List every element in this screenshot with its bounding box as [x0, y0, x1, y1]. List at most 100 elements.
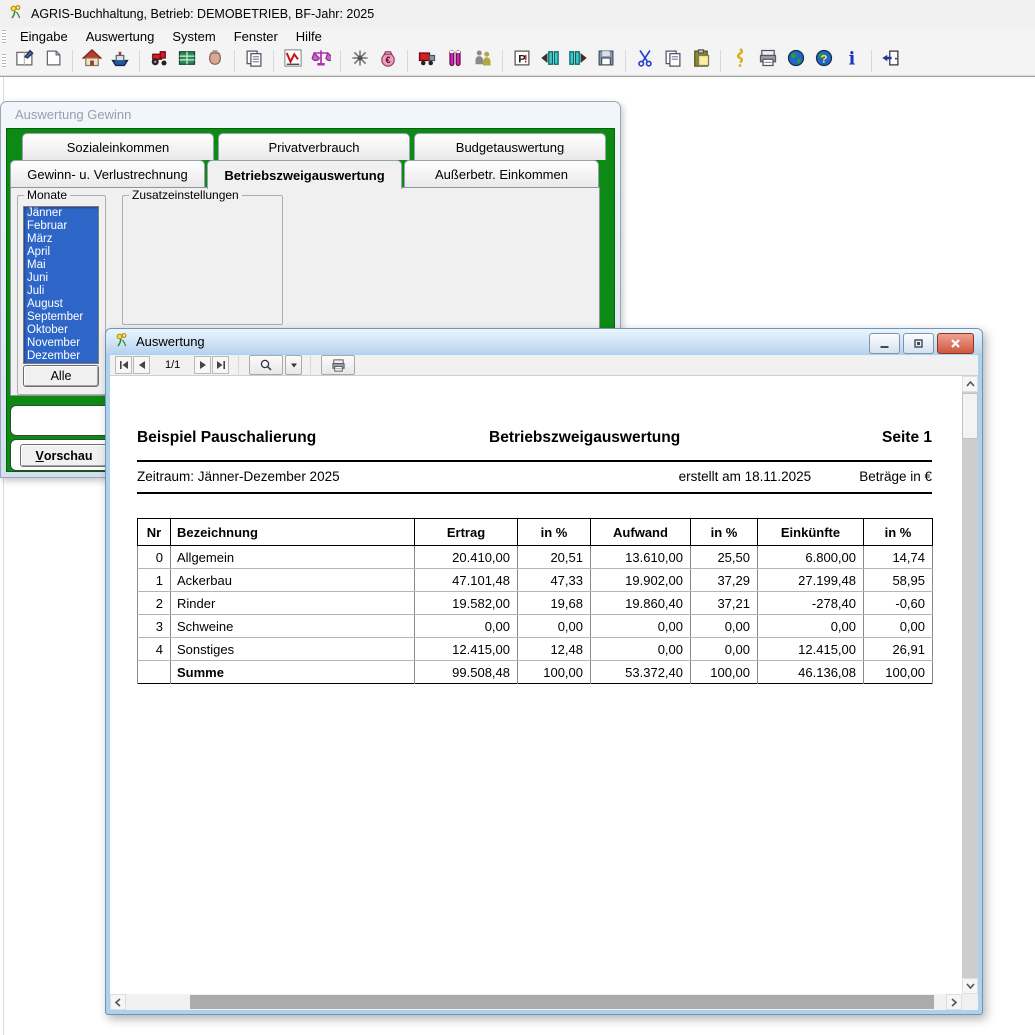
toolbar-button-tractor[interactable] [146, 48, 172, 74]
table-row: 4Sonstiges12.415,0012,480,000,0012.415,0… [138, 638, 933, 661]
menu-item-fenster[interactable]: Fenster [225, 28, 287, 45]
cell: Schweine [171, 615, 415, 638]
toolbar-separator [625, 50, 626, 72]
horizontal-scrollbar[interactable] [110, 994, 962, 1010]
month-item-april[interactable]: April [24, 246, 98, 259]
cell: Ackerbau [171, 569, 415, 592]
toolbar-button-exit[interactable] [878, 48, 904, 74]
gewinn-window-titlebar[interactable]: Auswertung Gewinn [1, 102, 620, 127]
toolbar-button-globe-help[interactable]: ? [811, 48, 837, 74]
month-item-august[interactable]: August [24, 298, 98, 311]
svg-text:!: ! [524, 53, 528, 65]
toolbar-button-info[interactable]: i [839, 48, 865, 74]
exit-icon [881, 48, 901, 73]
month-item-september[interactable]: September [24, 311, 98, 324]
month-item-oktober[interactable]: Oktober [24, 324, 98, 337]
first-page-button[interactable] [115, 356, 132, 374]
tab-betriebszweigauswertung[interactable]: Betriebszweigauswertung [207, 160, 402, 189]
scroll-down-button[interactable] [962, 978, 978, 994]
toolbar-button-accounts-table[interactable] [174, 48, 200, 74]
tab-privatverbrauch[interactable]: Privatverbrauch [218, 133, 410, 160]
column-header-in-7: in % [864, 519, 933, 546]
toolbar-button-test-tubes[interactable] [442, 48, 468, 74]
month-item-februar[interactable]: Februar [24, 220, 98, 233]
print-button[interactable] [321, 355, 355, 375]
toolbar-button-help-ribbon[interactable] [727, 48, 753, 74]
scroll-right-button[interactable] [946, 994, 962, 1010]
feed-cart-icon [417, 48, 437, 73]
menu-item-auswertung[interactable]: Auswertung [77, 28, 164, 45]
cell: 47,33 [518, 569, 591, 592]
cell: 20.410,00 [415, 546, 518, 569]
tab-budgetauswertung[interactable]: Budgetauswertung [414, 133, 606, 160]
scroll-left-button[interactable] [110, 994, 126, 1010]
prev-page-button[interactable] [133, 356, 150, 374]
toolbar-grip[interactable] [2, 54, 6, 68]
columns-prev-icon [540, 48, 560, 73]
gewinn-window-title: Auswertung Gewinn [15, 107, 131, 122]
toolbar-button-copy-pages[interactable] [241, 48, 267, 74]
vorschau-button[interactable]: Vorschau [20, 444, 108, 467]
toolbar-button-ship[interactable] [107, 48, 133, 74]
menubar-grip[interactable] [2, 30, 6, 44]
toolbar-button-journal[interactable] [12, 48, 38, 74]
cell: 25,50 [691, 546, 758, 569]
menu-item-hilfe[interactable]: Hilfe [287, 28, 331, 45]
tab-sozialeinkommen[interactable]: Sozialeinkommen [22, 133, 214, 160]
toolbar-button-persons[interactable] [470, 48, 496, 74]
zoom-button[interactable] [249, 355, 283, 375]
menu-item-eingabe[interactable]: Eingabe [11, 28, 77, 45]
toolbar-button-document[interactable] [40, 48, 66, 74]
document-icon [43, 48, 63, 73]
next-page-button[interactable] [194, 356, 211, 374]
toolbar-button-columns-prev[interactable] [537, 48, 563, 74]
zoom-dropdown-button[interactable] [285, 355, 302, 375]
cell: 0,00 [591, 638, 691, 661]
month-item-märz[interactable]: März [24, 233, 98, 246]
table-row: 0Allgemein20.410,0020,5113.610,0025,506.… [138, 546, 933, 569]
toolbar-button-price-curve[interactable] [280, 48, 306, 74]
month-item-mai[interactable]: Mai [24, 259, 98, 272]
toolbar-button-scale[interactable] [308, 48, 334, 74]
vertical-scroll-thumb[interactable] [962, 393, 978, 439]
column-header-bezeichnung-1: Bezeichnung [171, 519, 415, 546]
toolbar-button-money-bag[interactable]: € [375, 48, 401, 74]
monate-groupbox: Monate JännerFebruarMärzAprilMaiJuniJuli… [17, 195, 106, 395]
report-window-titlebar[interactable]: Auswertung [106, 329, 982, 354]
toolbar-button-feed-cart[interactable] [414, 48, 440, 74]
toolbar-button-print[interactable] [755, 48, 781, 74]
toolbar-button-copy[interactable] [660, 48, 686, 74]
month-item-jänner[interactable]: Jänner [24, 207, 98, 220]
toolbar-button-house[interactable] [79, 48, 105, 74]
tab-gewinn-u-verlustrechnung[interactable]: Gewinn- u. Verlustrechnung [10, 160, 205, 187]
toolbar-button-globe[interactable] [783, 48, 809, 74]
minimize-button[interactable] [869, 333, 900, 354]
tab-außerbetr-einkommen[interactable]: Außerbetr. Einkommen [404, 160, 599, 187]
cell: 53.372,40 [591, 661, 691, 684]
toolbar-button-paste[interactable] [688, 48, 714, 74]
alle-button[interactable]: Alle [23, 365, 99, 387]
last-page-button[interactable] [212, 356, 229, 374]
scroll-up-button[interactable] [962, 376, 978, 392]
report-window-title: Auswertung [136, 334, 205, 349]
restore-button[interactable] [903, 333, 934, 354]
toolbar-button-sack[interactable] [202, 48, 228, 74]
close-button[interactable] [937, 333, 974, 354]
toolbar-button-parcel-sign[interactable]: P! [509, 48, 535, 74]
help-ribbon-icon [730, 48, 750, 73]
months-listbox[interactable]: JännerFebruarMärzAprilMaiJuniJuliAugustS… [23, 206, 99, 364]
vertical-scrollbar[interactable] [962, 376, 978, 994]
month-item-dezember[interactable]: Dezember [24, 350, 98, 363]
month-item-juli[interactable]: Juli [24, 285, 98, 298]
toolbar-button-save[interactable] [593, 48, 619, 74]
month-item-juni[interactable]: Juni [24, 272, 98, 285]
menu-item-system[interactable]: System [163, 28, 224, 45]
month-item-november[interactable]: November [24, 337, 98, 350]
horizontal-scroll-thumb[interactable] [190, 995, 934, 1009]
info-icon: i [842, 48, 862, 73]
toolbar-button-columns-next[interactable] [565, 48, 591, 74]
toolbar-button-cut[interactable] [632, 48, 658, 74]
toolbar-button-sprayer[interactable] [347, 48, 373, 74]
cell: 100,00 [518, 661, 591, 684]
table-row: 3Schweine0,000,000,000,000,000,00 [138, 615, 933, 638]
